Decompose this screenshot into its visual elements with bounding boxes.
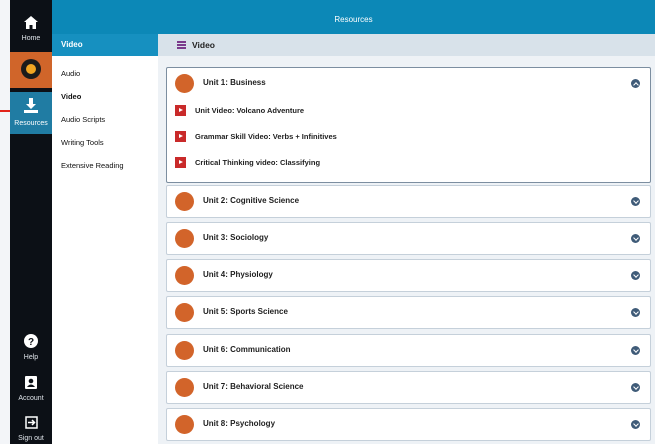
unit-card-5[interactable]: Unit 5: Sports Science	[166, 296, 651, 329]
nav-sign-out-label: Sign out	[18, 435, 44, 442]
unit-circle-icon	[175, 74, 194, 93]
account-icon	[25, 376, 37, 389]
chevron-down-icon[interactable]	[631, 234, 640, 243]
unit-title: Unit 5: Sports Science	[203, 307, 288, 316]
sidebar-links: Audio Video Audio Scripts Writing Tools …	[52, 56, 158, 183]
unit-card-2[interactable]: Unit 2: Cognitive Science	[166, 185, 651, 218]
content-header: Video	[158, 34, 655, 56]
main-content: Video Unit 1: Business Unit Video: Volca…	[158, 34, 655, 444]
unit-card-8[interactable]: Unit 8: Psychology	[166, 408, 651, 441]
chevron-down-icon[interactable]	[631, 197, 640, 206]
play-video-icon	[175, 157, 186, 168]
resource-sidebar: Video Audio Video Audio Scripts Writing …	[52, 34, 158, 444]
unit-card-4[interactable]: Unit 4: Physiology	[166, 259, 651, 292]
unit-card-3[interactable]: Unit 3: Sociology	[166, 222, 651, 255]
unit-header[interactable]: Unit 5: Sports Science	[167, 297, 650, 327]
unit-title: Unit 8: Psychology	[203, 419, 276, 428]
unit-title: Unit 3: Sociology	[203, 233, 269, 242]
play-video-icon	[175, 131, 186, 142]
sidebar-item-audio-scripts[interactable]: Audio Scripts	[61, 114, 158, 137]
help-icon: ?	[24, 334, 38, 348]
video-title: Unit Video: Volcano Adventure	[195, 106, 305, 115]
chevron-down-icon[interactable]	[631, 271, 640, 280]
app-title: Resources	[334, 15, 373, 24]
sidebar-item-writing-tools[interactable]: Writing Tools	[61, 137, 158, 160]
svg-text:?: ?	[28, 337, 34, 348]
unit-circle-icon	[175, 229, 194, 248]
unit-card-7[interactable]: Unit 7: Behavioral Science	[166, 371, 651, 404]
unit-circle-icon	[175, 266, 194, 285]
chevron-down-icon[interactable]	[631, 383, 640, 392]
chevron-down-icon[interactable]	[631, 346, 640, 355]
unit-header[interactable]: Unit 7: Behavioral Science	[167, 372, 650, 402]
unit-circle-icon	[175, 378, 194, 397]
nav-account[interactable]: Account	[10, 375, 52, 402]
nav-resources-label: Resources	[14, 120, 48, 127]
nav-sign-out[interactable]: Sign out	[10, 416, 52, 442]
unit-circle-icon	[175, 415, 194, 434]
unit-header[interactable]: Unit 1: Business	[167, 68, 650, 98]
play-video-icon	[175, 105, 186, 116]
video-item[interactable]: Unit Video: Volcano Adventure	[167, 98, 650, 124]
app-title-bar: Resources	[52, 0, 655, 34]
unit-circle-icon	[175, 341, 194, 360]
chevron-down-icon[interactable]	[631, 420, 640, 429]
sidebar-item-audio[interactable]: Audio	[61, 68, 158, 91]
unit-header[interactable]: Unit 3: Sociology	[167, 223, 650, 253]
sign-out-icon	[24, 416, 38, 429]
unit-title: Unit 2: Cognitive Science	[203, 196, 300, 205]
unit-header[interactable]: Unit 2: Cognitive Science	[167, 186, 650, 216]
list-icon	[177, 41, 186, 49]
sidebar-header: Video	[52, 34, 158, 56]
chevron-down-icon[interactable]	[631, 308, 640, 317]
brand-logo[interactable]	[10, 52, 52, 88]
unit-card-1: Unit 1: Business Unit Video: Volcano Adv…	[166, 67, 651, 183]
unit-title: Unit 6: Communication	[203, 345, 291, 354]
callout-marker	[0, 110, 10, 112]
sidebar-item-video[interactable]: Video	[61, 91, 158, 114]
nav-help-label: Help	[23, 354, 39, 361]
nav-account-label: Account	[18, 395, 44, 402]
unit-title: Unit 1: Business	[203, 78, 266, 87]
home-icon	[24, 16, 38, 29]
nav-resources[interactable]: Resources	[10, 92, 52, 134]
nav-home-label: Home	[21, 35, 41, 42]
unit-header[interactable]: Unit 8: Psychology	[167, 409, 650, 439]
nav-help[interactable]: ? Help	[10, 334, 52, 361]
unit-title: Unit 7: Behavioral Science	[203, 382, 304, 391]
unit-header[interactable]: Unit 6: Communication	[167, 335, 650, 365]
video-title: Grammar Skill Video: Verbs + Infinitives	[195, 132, 337, 141]
chevron-up-icon[interactable]	[631, 79, 640, 88]
nav-rail: Home Resources ? Help Account Sign out	[10, 0, 52, 444]
video-title: Critical Thinking video: Classifying	[195, 158, 321, 167]
q-logo-icon	[21, 59, 41, 79]
download-icon	[24, 98, 38, 113]
video-item[interactable]: Critical Thinking video: Classifying	[167, 150, 650, 176]
nav-home[interactable]: Home	[10, 16, 52, 42]
unit-circle-icon	[175, 303, 194, 322]
unit-title: Unit 4: Physiology	[203, 270, 273, 279]
content-title: Video	[192, 40, 215, 50]
unit-circle-icon	[175, 192, 194, 211]
unit-header[interactable]: Unit 4: Physiology	[167, 260, 650, 290]
sidebar-item-extensive-reading[interactable]: Extensive Reading	[61, 160, 158, 183]
unit-card-6[interactable]: Unit 6: Communication	[166, 334, 651, 367]
video-item[interactable]: Grammar Skill Video: Verbs + Infinitives	[167, 124, 650, 150]
